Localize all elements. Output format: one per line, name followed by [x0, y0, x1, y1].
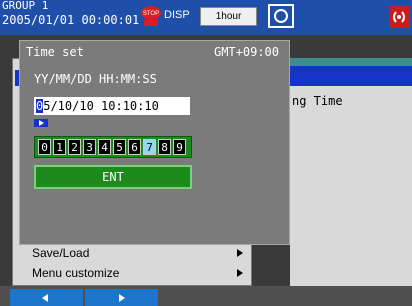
menu-item-save-load[interactable]: Save/Load [32, 244, 247, 262]
digit-keypad: 0 1 2 3 4 5 6 7 8 9 [34, 136, 192, 158]
arrow-left-icon [42, 294, 48, 302]
dialog-title: Time set [26, 45, 84, 59]
digit-key-5[interactable]: 5 [113, 139, 126, 155]
disp-label: DISP [164, 9, 190, 21]
digit-key-0[interactable]: 0 [38, 139, 51, 155]
menu-item-menu-customize[interactable]: Menu customize [32, 264, 247, 282]
submenu-arrow-icon [237, 249, 243, 257]
timezone-label: GMT+09:00 [213, 45, 279, 59]
digit-key-1[interactable]: 1 [53, 139, 66, 155]
datetime-input[interactable]: 05/10/10 10:10:10 [34, 97, 190, 115]
submenu-item-label[interactable]: ng Time [292, 94, 343, 108]
stop-icon[interactable]: STOP [138, 4, 164, 28]
alarm-icon [390, 6, 410, 28]
prev-softkey[interactable] [10, 289, 83, 306]
digit-key-9[interactable]: 9 [173, 139, 186, 155]
time-set-dialog: Time set GMT+09:00 YY/MM/DD HH:MM:SS 05/… [19, 40, 290, 245]
ent-button[interactable]: ENT [34, 165, 192, 189]
menu-item-label: Save/Load [32, 246, 90, 260]
menu-item-label: Menu customize [32, 266, 120, 280]
status-bar: GROUP 1 2005/01/01 00:00:01 STOP DISP 1h… [0, 0, 412, 35]
group-name: GROUP 1 [2, 0, 49, 12]
current-datetime: 2005/01/01 00:00:01 [2, 13, 140, 27]
cursor-arrow-icon [34, 119, 48, 127]
digit-key-8[interactable]: 8 [158, 139, 171, 155]
datetime-format-label: YY/MM/DD HH:MM:SS [34, 72, 157, 86]
digit-key-6[interactable]: 6 [128, 139, 141, 155]
svg-text:STOP: STOP [143, 11, 159, 17]
submenu-arrow-icon [237, 269, 243, 277]
digit-key-4[interactable]: 4 [98, 139, 111, 155]
digit-key-2[interactable]: 2 [68, 139, 81, 155]
digit-key-7[interactable]: 7 [143, 139, 156, 155]
arrow-right-icon [119, 294, 125, 302]
submenu-selected-item[interactable] [290, 66, 412, 86]
submenu-header [290, 58, 412, 66]
submenu-panel [290, 58, 412, 286]
display-period[interactable]: 1hour [200, 7, 257, 26]
next-softkey[interactable] [85, 289, 158, 306]
datetime-value: 5/10/10 10:10:10 [43, 99, 159, 113]
camera-icon[interactable] [268, 4, 294, 28]
digit-key-3[interactable]: 3 [83, 139, 96, 155]
